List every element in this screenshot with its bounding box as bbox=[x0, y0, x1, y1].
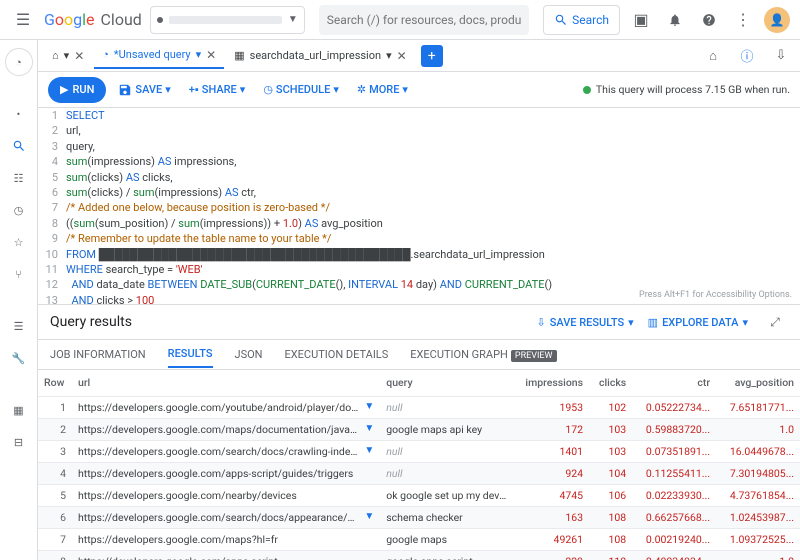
tab-unsaved-query[interactable]: ◔*Unsaved query▾✕ bbox=[94, 43, 224, 69]
col-url[interactable]: url bbox=[72, 370, 380, 396]
console-icon[interactable]: ▣ bbox=[628, 7, 654, 33]
table-row[interactable]: 7https://developers.google.com/maps?hl=f… bbox=[38, 528, 800, 550]
col-clicks[interactable]: clicks bbox=[589, 370, 632, 396]
search-bar[interactable] bbox=[319, 5, 529, 35]
more-menu-icon[interactable]: ⋮ bbox=[730, 7, 756, 33]
notifications-icon[interactable] bbox=[662, 7, 688, 33]
rail-chart-icon[interactable]: ▦ bbox=[5, 396, 33, 424]
expand-icon[interactable]: ⤢ bbox=[762, 309, 788, 335]
toolbar: ▶ RUN SAVE ▾ +▪ SHARE ▾ ◷ SCHEDULE ▾ ✲ M… bbox=[38, 72, 800, 108]
tab-exec-graph[interactable]: EXECUTION GRAPHPREVIEW bbox=[410, 342, 556, 367]
rail-branch-icon[interactable]: ⑂ bbox=[5, 260, 33, 288]
close-icon[interactable]: ✕ bbox=[397, 49, 407, 63]
tab-info-icon[interactable]: ⓘ bbox=[734, 43, 760, 69]
a11y-hint: Press Alt+F1 for Accessibility Options. bbox=[639, 289, 792, 302]
rail-db-icon[interactable]: ⊟ bbox=[5, 428, 33, 456]
share-button[interactable]: +▪ SHARE ▾ bbox=[183, 77, 252, 103]
tab-exec-details[interactable]: EXECUTION DETAILS bbox=[285, 342, 389, 367]
col-Row[interactable]: Row bbox=[38, 370, 72, 396]
table-row[interactable]: 4https://developers.google.com/apps-scri… bbox=[38, 462, 800, 484]
rail-star-icon[interactable]: ☆ bbox=[5, 228, 33, 256]
logo[interactable]: Google Cloud bbox=[44, 10, 142, 29]
menu-icon[interactable]: ☰ bbox=[10, 7, 36, 33]
schedule-button[interactable]: ◷ SCHEDULE ▾ bbox=[257, 77, 345, 103]
avatar[interactable]: 👤 bbox=[764, 7, 790, 33]
table-row[interactable]: 8https://developers.google.com/apps-scri… bbox=[38, 550, 800, 560]
rail-wrench-icon[interactable]: 🔧 bbox=[5, 344, 33, 372]
tab-results[interactable]: RESULTS bbox=[168, 341, 213, 368]
results-table: Rowurlqueryimpressionsclicksctravg_posit… bbox=[38, 370, 800, 560]
rail-dot-icon[interactable]: • bbox=[5, 100, 33, 128]
close-icon[interactable]: ✕ bbox=[206, 48, 216, 62]
rail-history-icon[interactable]: ◷ bbox=[5, 196, 33, 224]
rail-search-icon[interactable] bbox=[5, 132, 33, 160]
save-button[interactable]: SAVE ▾ bbox=[112, 77, 176, 103]
expand-row-icon[interactable]: ▼ bbox=[364, 511, 374, 524]
tab-searchdata[interactable]: ▦searchdata_url_impression▾✕ bbox=[226, 43, 414, 69]
tab-home-icon[interactable]: ⌂ bbox=[700, 43, 726, 69]
save-icon bbox=[118, 83, 132, 97]
run-button[interactable]: ▶ RUN bbox=[48, 77, 106, 103]
close-icon[interactable]: ✕ bbox=[74, 49, 84, 63]
tab-bar: ⌂▾✕ ◔*Unsaved query▾✕ ▦searchdata_url_im… bbox=[38, 40, 800, 72]
col-impressions[interactable]: impressions bbox=[512, 370, 589, 396]
search-button[interactable]: Search bbox=[543, 5, 620, 35]
tab-download-icon[interactable]: ⇩ bbox=[768, 43, 794, 69]
table-row[interactable]: 2https://developers.google.com/maps/docu… bbox=[38, 418, 800, 440]
tab-home[interactable]: ⌂▾✕ bbox=[44, 43, 92, 69]
rail-list-icon[interactable]: ☰ bbox=[5, 312, 33, 340]
search-input[interactable] bbox=[327, 13, 521, 27]
tab-json[interactable]: JSON bbox=[235, 342, 263, 367]
explore-data-button[interactable]: ▥ EXPLORE DATA ▾ bbox=[648, 316, 748, 329]
col-query[interactable]: query bbox=[380, 370, 512, 396]
table-row[interactable]: 1https://developers.google.com/youtube/a… bbox=[38, 396, 800, 418]
rail-bigquery-icon[interactable]: ◔ bbox=[5, 48, 33, 76]
save-results-button[interactable]: ⇩ SAVE RESULTS ▾ bbox=[536, 316, 633, 329]
expand-row-icon[interactable]: ▼ bbox=[364, 401, 374, 414]
status-dot-icon bbox=[583, 86, 591, 94]
table-row[interactable]: 5https://developers.google.com/nearby/de… bbox=[38, 484, 800, 506]
product-name: Cloud bbox=[101, 10, 142, 29]
project-selector[interactable]: ▼ bbox=[150, 6, 305, 34]
help-icon[interactable] bbox=[696, 7, 722, 33]
rail-tune-icon[interactable]: ☷ bbox=[5, 164, 33, 192]
results-tabs: JOB INFORMATION RESULTS JSON EXECUTION D… bbox=[38, 340, 800, 370]
query-status: This query will process 7.15 GB when run… bbox=[583, 83, 790, 96]
table-row[interactable]: 3https://developers.google.com/search/do… bbox=[38, 440, 800, 462]
left-rail: ◔ • ☷ ◷ ☆ ⑂ ☰ 🔧 ▦ ⊟ bbox=[0, 40, 38, 560]
add-tab-button[interactable]: + bbox=[421, 45, 443, 67]
search-icon bbox=[554, 13, 568, 27]
expand-row-icon[interactable]: ▼ bbox=[364, 445, 374, 458]
col-avg_position[interactable]: avg_position bbox=[716, 370, 800, 396]
results-table-wrap[interactable]: Rowurlqueryimpressionsclicksctravg_posit… bbox=[38, 370, 800, 560]
home-icon: ⌂ bbox=[52, 49, 59, 62]
table-row[interactable]: 6https://developers.google.com/search/do… bbox=[38, 506, 800, 528]
expand-row-icon[interactable]: ▼ bbox=[364, 423, 374, 436]
results-title: Query results bbox=[50, 314, 132, 330]
col-ctr[interactable]: ctr bbox=[632, 370, 716, 396]
more-button[interactable]: ✲ MORE ▾ bbox=[351, 77, 414, 103]
tab-job-info[interactable]: JOB INFORMATION bbox=[50, 342, 146, 367]
sql-editor[interactable]: 1SELECT2url,3query,4sum(impressions) AS … bbox=[38, 108, 800, 304]
